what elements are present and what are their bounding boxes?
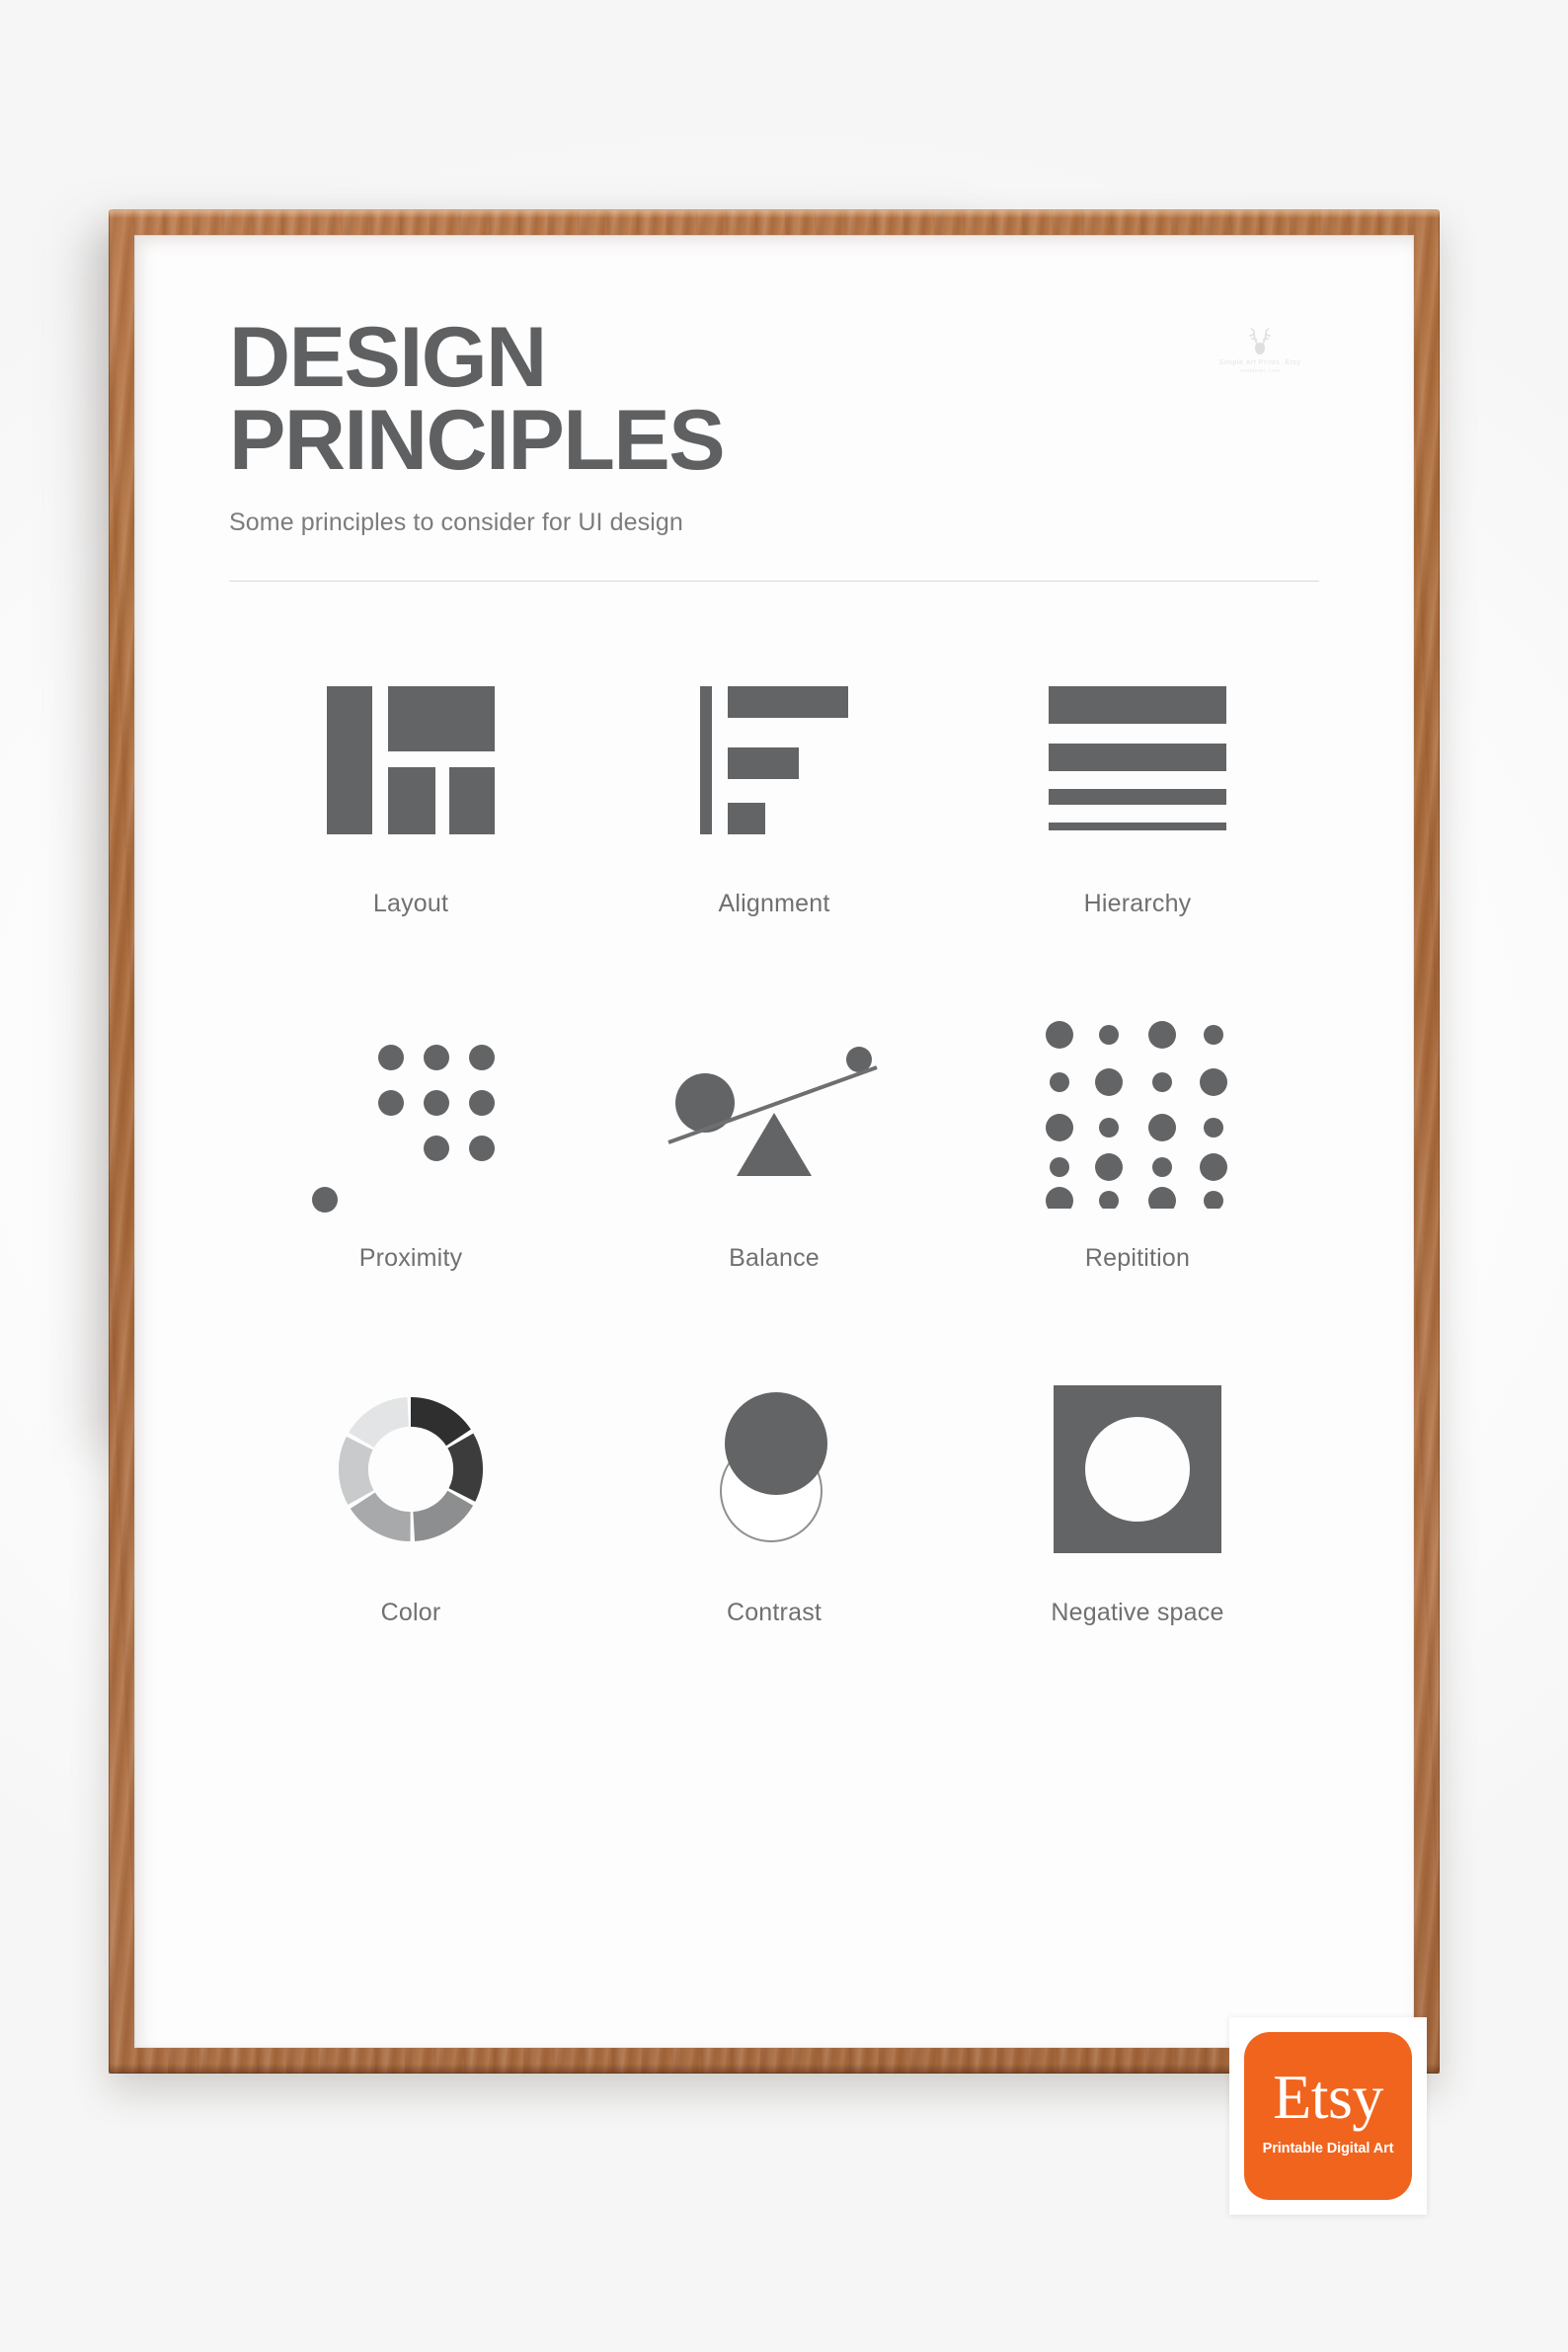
principle-cell-repitition: Repitition — [956, 991, 1319, 1273]
title-line-design: DESIGN — [229, 310, 547, 405]
wooden-picture-frame: DESIGN PRINCIPLES Some principles to con… — [109, 209, 1440, 2074]
layout-icon-box — [287, 637, 534, 884]
overlapping-circles-icon — [720, 1391, 827, 1542]
square-circle-cutout-icon — [1054, 1384, 1221, 1553]
align-left-bars-icon — [700, 685, 848, 834]
color-icon-box — [287, 1346, 534, 1593]
dot-cluster-icon — [312, 1044, 495, 1213]
negative-space-icon-box — [1014, 1346, 1261, 1593]
principle-cell-hierarchy: Hierarchy — [956, 637, 1319, 918]
poster-artwork: DESIGN PRINCIPLES Some principles to con… — [134, 235, 1414, 2048]
hierarchy-icon-box — [1014, 637, 1261, 884]
principle-label-layout: Layout — [372, 889, 449, 917]
screenshot-root: DESIGN PRINCIPLES Some principles to con… — [0, 0, 1568, 2352]
brand-tagline: simpleart.com — [1239, 368, 1281, 374]
contrast-icon-box — [651, 1346, 898, 1593]
principle-label-alignment: Alignment — [718, 889, 830, 917]
etsy-tagline: Printable Digital Art — [1262, 2141, 1394, 2156]
layout-blocks-icon — [327, 685, 495, 834]
dot-grid-icon — [1046, 1020, 1227, 1209]
principles-grid: Layout Alignment Hierarchy Proximity Bal… — [229, 637, 1319, 1627]
alignment-icon-box — [651, 637, 898, 884]
principle-label-proximity: Proximity — [358, 1243, 463, 1272]
principle-label-negative-space: Negative space — [1051, 1598, 1224, 1626]
principle-cell-balance: Balance — [592, 991, 956, 1273]
seesaw-balance-icon — [667, 1046, 878, 1176]
principle-label-hierarchy: Hierarchy — [1083, 889, 1192, 917]
balance-icon-box — [651, 991, 898, 1238]
principle-cell-color: Color — [229, 1346, 592, 1627]
principle-cell-negative-space: Negative space — [956, 1346, 1319, 1627]
principle-cell-proximity: Proximity — [229, 991, 592, 1273]
principle-label-color: Color — [380, 1598, 441, 1626]
principle-cell-contrast: Contrast — [592, 1346, 956, 1627]
etsy-logo-tile[interactable]: Etsy Printable Digital Art — [1244, 2032, 1412, 2200]
principle-cell-alignment: Alignment — [592, 637, 956, 918]
poster-header: DESIGN PRINCIPLES Some principles to con… — [229, 310, 1319, 582]
principle-cell-layout: Layout — [229, 637, 592, 918]
etsy-badge[interactable]: Etsy Printable Digital Art — [1229, 2017, 1427, 2215]
principle-label-balance: Balance — [729, 1243, 820, 1272]
poster-subtitle: Some principles to consider for UI desig… — [229, 508, 683, 536]
hierarchy-bars-icon — [1049, 685, 1226, 830]
proximity-icon-box — [287, 991, 534, 1238]
etsy-wordmark: Etsy — [1273, 2062, 1383, 2132]
donut-color-wheel-icon — [338, 1396, 484, 1541]
principle-label-repitition: Repitition — [1084, 1243, 1191, 1272]
brand-name: Simple Art Prints .Etsy — [1218, 359, 1301, 366]
principle-label-contrast: Contrast — [726, 1598, 823, 1626]
header-divider — [229, 580, 1319, 582]
page-title: DESIGN PRINCIPLES Some principles to con… — [229, 310, 1079, 537]
brand-mark: Simple Art Prints .Etsy simpleart.com — [1201, 328, 1319, 374]
repitition-icon-box — [1014, 991, 1261, 1238]
deer-head-icon — [1249, 328, 1271, 354]
title-line-principles: PRINCIPLES — [229, 393, 726, 489]
